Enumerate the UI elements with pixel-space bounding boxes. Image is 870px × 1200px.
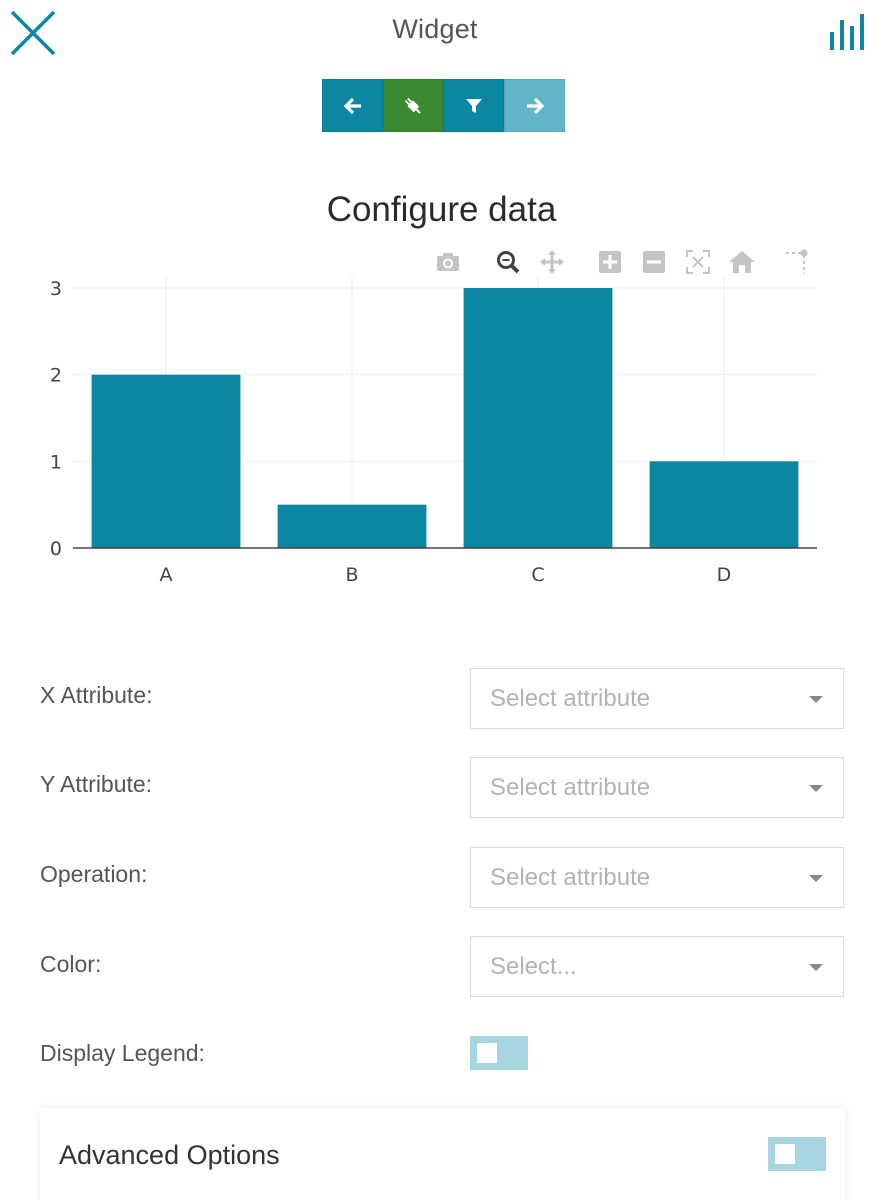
filter-icon [465, 98, 482, 113]
advanced-options-toggle[interactable] [768, 1137, 826, 1171]
display-legend-toggle[interactable] [470, 1036, 528, 1070]
bar-chart-icon [830, 14, 864, 50]
plug-icon [404, 97, 421, 114]
toggle-knob [775, 1144, 795, 1164]
x-tick-label: B [345, 564, 358, 586]
color-select[interactable]: Select... [470, 936, 844, 997]
y-tick-label: 0 [50, 538, 62, 560]
operation-label: Operation: [40, 861, 148, 887]
color-label: Color: [40, 951, 102, 977]
arrow-right-icon [526, 97, 544, 114]
bar-A[interactable] [91, 374, 241, 548]
next-button[interactable] [504, 79, 565, 132]
x-tick-label: C [531, 564, 544, 586]
page-title: Widget [392, 14, 478, 44]
y-tick-label: 2 [50, 365, 62, 387]
x-attribute-label: X Attribute: [40, 682, 153, 708]
chart-title: Configure data [326, 190, 557, 229]
bar-D[interactable] [649, 461, 799, 548]
color-placeholder: Select... [490, 953, 577, 980]
arrow-left-icon [343, 97, 361, 114]
advanced-options-title: Advanced Options [59, 1140, 280, 1170]
chevron-down-icon [809, 964, 823, 971]
bar-B[interactable] [277, 504, 427, 548]
y-attribute-select[interactable]: Select attribute [470, 757, 844, 818]
chart-type-button[interactable] [826, 10, 870, 54]
filter-button[interactable] [443, 79, 504, 132]
display-legend-label: Display Legend: [40, 1040, 205, 1066]
advanced-options-panel: Advanced Options [40, 1108, 845, 1200]
connect-button[interactable] [383, 79, 443, 132]
y-attribute-label: Y Attribute: [40, 771, 153, 797]
chevron-down-icon [809, 875, 823, 882]
bar-chart: 0 1 2 3 A B C D [50, 276, 817, 586]
y-tick-label: 1 [50, 451, 62, 473]
chevron-down-icon [809, 696, 823, 703]
back-button[interactable] [322, 79, 383, 132]
x-attribute-placeholder: Select attribute [490, 685, 651, 712]
bar-C[interactable] [463, 288, 613, 548]
x-attribute-select[interactable]: Select attribute [470, 668, 844, 729]
y-attribute-placeholder: Select attribute [490, 774, 651, 801]
operation-select[interactable]: Select attribute [470, 847, 844, 908]
y-tick-label: 3 [50, 278, 62, 300]
step-toolbar [322, 79, 565, 132]
x-tick-label: A [160, 564, 173, 586]
operation-placeholder: Select attribute [490, 864, 651, 891]
x-tick-label: D [717, 564, 732, 586]
toggle-knob [477, 1043, 497, 1063]
chevron-down-icon [809, 785, 823, 792]
